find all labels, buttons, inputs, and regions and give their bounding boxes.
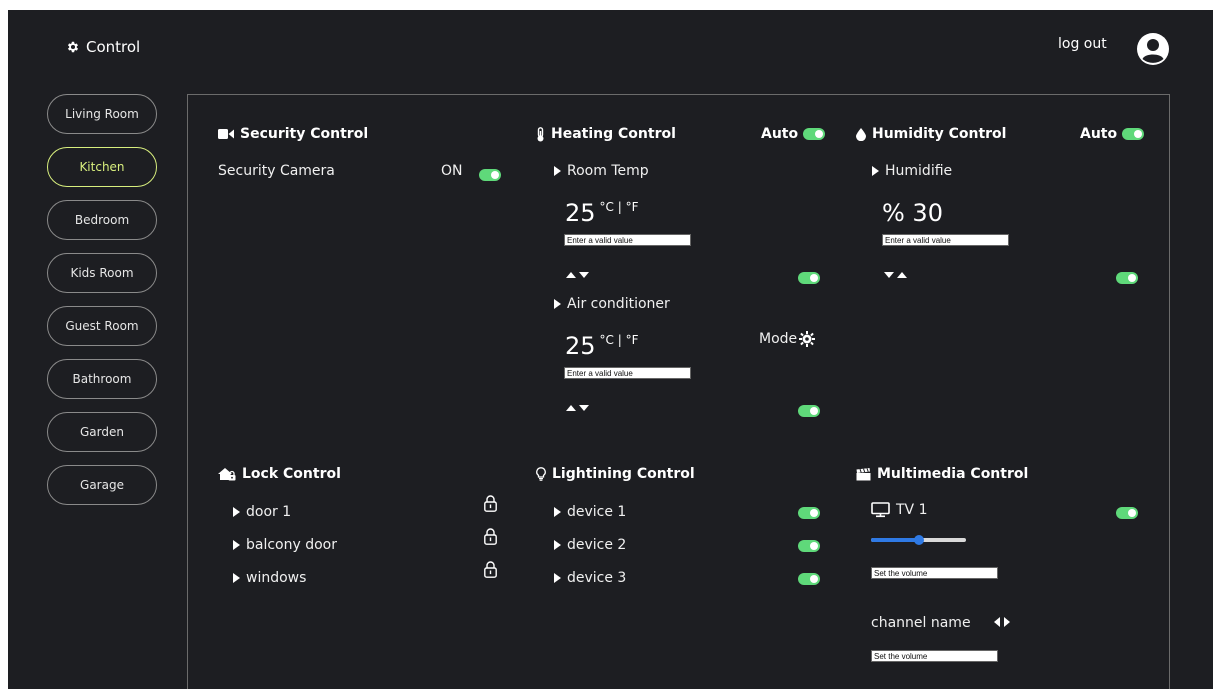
security-control-title: Security Control (218, 126, 368, 142)
humidifier-value: % 30 (882, 199, 943, 227)
lock-item[interactable]: door 1 (233, 504, 291, 520)
heating-auto: Auto (761, 126, 826, 142)
control-panel: Security Control Security Camera ON Heat… (187, 94, 1170, 689)
air-conditioner-stepper[interactable] (566, 405, 589, 411)
lock-item[interactable]: windows (233, 570, 306, 586)
air-conditioner-value: 25 (565, 332, 596, 360)
unlock-icon[interactable] (484, 561, 497, 578)
room-button-kitchen[interactable]: Kitchen (47, 147, 157, 187)
light-device-toggle[interactable] (798, 507, 820, 519)
brand-label: Control (86, 38, 141, 56)
room-button-bathroom[interactable]: Bathroom (47, 359, 157, 399)
humidifier-input[interactable] (882, 234, 1009, 246)
light-device-toggle[interactable] (798, 540, 820, 552)
room-temp-stepper[interactable] (566, 272, 589, 278)
heating-control-title: Heating Control (536, 126, 676, 142)
humidifier-stepper[interactable] (884, 272, 907, 278)
caret-right-icon (872, 166, 879, 176)
channel-prev-icon[interactable] (994, 617, 1000, 627)
arrow-down-icon[interactable] (579, 272, 589, 278)
unlock-icon[interactable] (484, 528, 497, 545)
air-conditioner-input[interactable] (564, 367, 691, 379)
gear-icon (67, 41, 79, 53)
room-temp-input[interactable] (564, 234, 691, 246)
caret-right-icon (233, 507, 240, 517)
volume-input[interactable] (871, 567, 998, 579)
caret-right-icon (554, 540, 561, 550)
house-lock-icon (218, 468, 236, 481)
air-conditioner-unit: °C | °F (599, 333, 639, 347)
light-device-item[interactable]: device 1 (554, 504, 626, 520)
air-conditioner-expander[interactable]: Air conditioner (554, 296, 670, 312)
lock-control-title: Lock Control (218, 466, 341, 482)
caret-right-icon (233, 540, 240, 550)
tv-item[interactable]: TV 1 (871, 502, 928, 518)
room-button-garden[interactable]: Garden (47, 412, 157, 452)
room-temp-toggle[interactable] (798, 272, 820, 284)
air-conditioner-toggle[interactable] (798, 405, 820, 417)
brand[interactable]: Control (66, 38, 140, 56)
sun-gear-icon (799, 331, 816, 347)
user-avatar-icon[interactable] (1136, 32, 1170, 66)
thermometer-icon (537, 126, 544, 141)
channel-input[interactable] (871, 650, 998, 662)
tv-toggle[interactable] (1116, 507, 1138, 519)
humidity-auto: Auto (1080, 126, 1145, 142)
light-device-item[interactable]: device 3 (554, 570, 626, 586)
arrow-up-icon[interactable] (566, 272, 576, 278)
light-device-item[interactable]: device 2 (554, 537, 626, 553)
volume-slider-fill (871, 538, 919, 542)
room-temp-expander[interactable]: Room Temp (554, 163, 649, 179)
security-camera-label: Security Camera (218, 163, 335, 179)
mode-button[interactable]: Mode (759, 331, 816, 347)
unlock-icon[interactable] (484, 495, 497, 512)
heating-auto-toggle[interactable] (803, 128, 826, 140)
app-window: Control log out Living Room Kitchen Bedr… (8, 10, 1213, 689)
arrow-down-icon[interactable] (884, 272, 894, 278)
room-button-garage[interactable]: Garage (47, 465, 157, 505)
caret-right-icon (554, 299, 561, 309)
caret-right-icon (554, 507, 561, 517)
humidifier-toggle[interactable] (1116, 272, 1138, 284)
volume-slider-handle[interactable] (913, 535, 924, 545)
room-button-bedroom[interactable]: Bedroom (47, 200, 157, 240)
arrow-down-icon[interactable] (579, 405, 589, 411)
lighting-control-title: Lightining Control (536, 466, 695, 482)
security-camera-toggle[interactable] (479, 169, 501, 181)
air-conditioner-readout: 25 °C | °F (565, 332, 639, 360)
room-temp-value: 25 (565, 199, 596, 227)
volume-slider[interactable] (871, 535, 966, 545)
arrow-up-icon[interactable] (897, 272, 907, 278)
humidifier-expander[interactable]: Humidifie (872, 163, 952, 179)
lightbulb-icon (536, 467, 546, 481)
caret-right-icon (233, 573, 240, 583)
light-device-toggle[interactable] (798, 573, 820, 585)
room-button-guest-room[interactable]: Guest Room (47, 306, 157, 346)
caret-right-icon (554, 573, 561, 583)
security-camera-state: ON (441, 163, 463, 179)
room-temp-readout: 25 °C | °F (565, 199, 639, 227)
lock-item[interactable]: balcony door (233, 537, 337, 553)
room-button-kids-room[interactable]: Kids Room (47, 253, 157, 293)
channel-next-icon[interactable] (1004, 617, 1010, 627)
channel-name-label: channel name (871, 615, 971, 631)
water-drop-icon (856, 127, 866, 141)
room-button-living-room[interactable]: Living Room (47, 94, 157, 134)
clapperboard-icon (856, 467, 871, 480)
caret-right-icon (554, 166, 561, 176)
channel-switcher[interactable] (994, 617, 1010, 627)
humidity-auto-toggle[interactable] (1122, 128, 1145, 140)
logout-link[interactable]: log out (1058, 36, 1107, 52)
room-temp-unit: °C | °F (599, 200, 639, 214)
monitor-icon (871, 502, 890, 518)
video-camera-icon (218, 129, 234, 139)
multimedia-control-title: Multimedia Control (856, 466, 1028, 482)
humidity-control-title: Humidity Control (856, 126, 1006, 142)
arrow-up-icon[interactable] (566, 405, 576, 411)
